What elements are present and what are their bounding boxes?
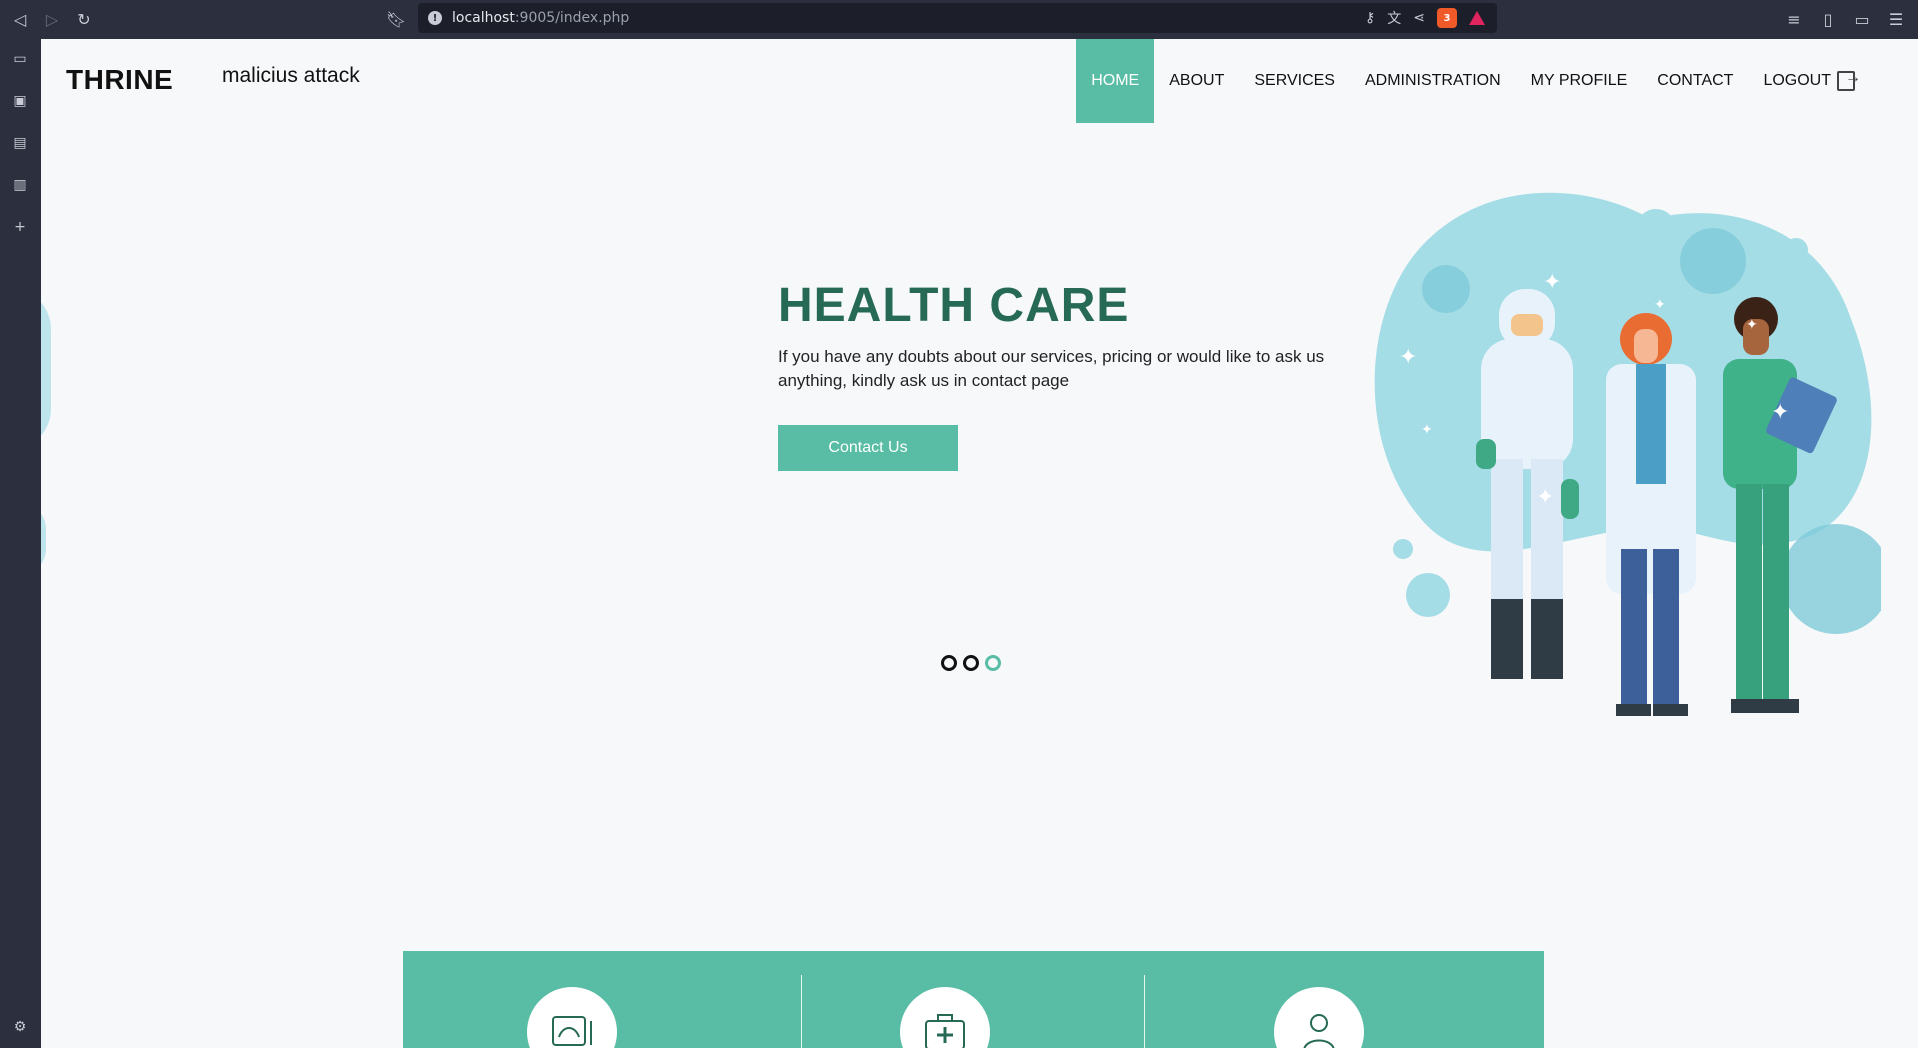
svg-text:✦: ✦ (1543, 270, 1561, 295)
wallet-icon[interactable]: ▭ (1850, 7, 1874, 31)
site-info-icon[interactable]: ! (428, 11, 442, 25)
url-text[interactable]: localhost:9005/index.php (452, 10, 629, 26)
nav-contact[interactable]: CONTACT (1642, 39, 1748, 123)
doctor-icon (1274, 987, 1364, 1048)
wallet-sidebar-icon[interactable]: ▣ (10, 91, 30, 111)
key-icon[interactable]: ⚷ (1365, 10, 1375, 26)
nav-logout[interactable]: LOGOUT (1748, 39, 1870, 123)
main-nav: HOME ABOUT SERVICES ADMINISTRATION MY PR… (1076, 39, 1870, 123)
decorative-blob (41, 289, 51, 449)
svg-text:✦: ✦ (1421, 422, 1433, 438)
nav-logout-label: LOGOUT (1763, 72, 1831, 89)
first-aid-kit-icon (900, 987, 990, 1048)
divider (1144, 975, 1145, 1048)
svg-text:✦: ✦ (1771, 400, 1789, 425)
web-page: THRINE malicius attack HOME ABOUT SERVIC… (41, 39, 1918, 1048)
sidebar-toggle-icon[interactable]: ▯ (1816, 7, 1840, 31)
carousel-dot-active[interactable] (985, 655, 1001, 671)
add-icon[interactable]: + (10, 217, 30, 237)
logout-icon (1837, 69, 1861, 91)
nav-my-profile[interactable]: MY PROFILE (1516, 39, 1643, 123)
share-icon[interactable]: ⋖ (1413, 10, 1425, 26)
svg-text:✦: ✦ (1399, 345, 1417, 370)
forward-icon[interactable]: ▷ (40, 7, 64, 31)
browser-sidebar: ▭ ▣ ▤ ▥ + ⚙ (0, 39, 41, 1048)
divider (801, 975, 802, 1048)
address-bar[interactable]: ! localhost:9005/index.php ⚷ 文 ⋖ 3 (418, 3, 1497, 33)
hero-title: HEALTH CARE (778, 279, 1130, 332)
bookmark-icon[interactable]: 🔖︎ (384, 7, 408, 31)
contact-us-button[interactable]: Contact Us (778, 425, 958, 471)
carousel-indicators (941, 655, 1001, 671)
features-strip (403, 951, 1544, 1048)
reload-icon[interactable]: ↻ (72, 7, 96, 31)
browser-toolbar: ◁ ▷ ↻ 🔖︎ ! localhost:9005/index.php ⚷ 文 … (0, 0, 1918, 39)
bookmarks-icon[interactable]: ▤ (10, 133, 30, 153)
nav-about[interactable]: ABOUT (1154, 39, 1239, 123)
brave-shield-icon[interactable]: 3 (1437, 8, 1457, 28)
video-icon[interactable]: ▭ (10, 49, 30, 69)
ultrasound-icon (527, 987, 617, 1048)
site-tagline: malicius attack (222, 64, 360, 87)
nav-home[interactable]: HOME (1076, 39, 1155, 123)
reading-list-icon[interactable]: ▥ (10, 175, 30, 195)
playlist-icon[interactable]: ≡ (1782, 7, 1806, 31)
hero-text: If you have any doubts about our service… (778, 347, 1325, 390)
site-logo[interactable]: THRINE (66, 64, 173, 96)
settings-icon[interactable]: ⚙ (10, 1017, 30, 1037)
carousel-dot[interactable] (941, 655, 957, 671)
back-icon[interactable]: ◁ (8, 7, 32, 31)
brave-rewards-icon[interactable] (1469, 11, 1485, 25)
svg-text:✦: ✦ (1746, 317, 1758, 333)
carousel-dot[interactable] (963, 655, 979, 671)
svg-text:✦: ✦ (1536, 485, 1554, 510)
nav-services[interactable]: SERVICES (1239, 39, 1350, 123)
decorative-blob (41, 504, 46, 574)
healthcare-workers-illustration: ✦ ✦ ✦ ✦ ✦ ✦ ✦ (1374, 192, 1881, 716)
svg-text:✦: ✦ (1654, 297, 1666, 313)
nav-administration[interactable]: ADMINISTRATION (1350, 39, 1516, 123)
menu-icon[interactable]: ☰ (1884, 7, 1908, 31)
translate-icon[interactable]: 文 (1387, 8, 1401, 28)
